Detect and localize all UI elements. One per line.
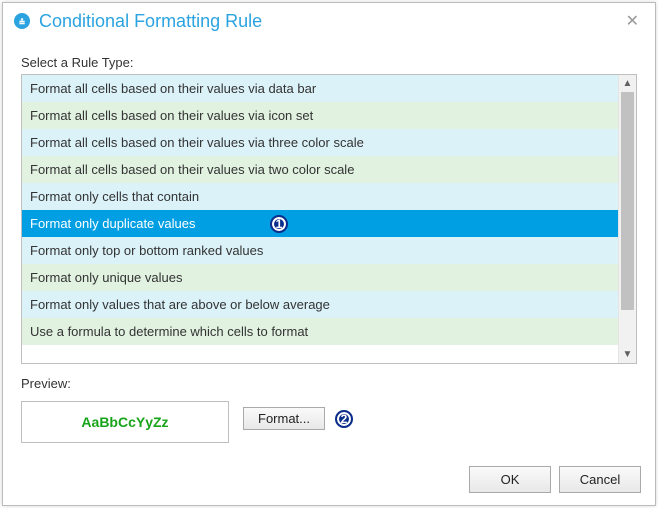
scroll-thumb[interactable]: [621, 92, 634, 310]
rule-type-item[interactable]: Format only top or bottom ranked values: [22, 237, 618, 264]
rule-type-item-label: Format all cells based on their values v…: [30, 135, 364, 150]
rule-type-item[interactable]: Format only duplicate values 1: [22, 210, 618, 237]
preview-box: AaBbCcYyZz: [21, 401, 229, 443]
rule-type-item[interactable]: Format all cells based on their values v…: [22, 102, 618, 129]
rule-type-item[interactable]: Use a formula to determine which cells t…: [22, 318, 618, 345]
svg-text:⩮: ⩮: [19, 17, 25, 28]
dialog-title: Conditional Formatting Rule: [39, 11, 620, 32]
preview-label: Preview:: [21, 376, 637, 391]
ok-button[interactable]: OK: [469, 466, 551, 493]
annotation-step-2: 2: [335, 410, 353, 428]
rule-type-item-label: Format only top or bottom ranked values: [30, 243, 263, 258]
scroll-track[interactable]: [619, 92, 636, 346]
rule-type-item-label: Use a formula to determine which cells t…: [30, 324, 308, 339]
scroll-up-icon[interactable]: ▲: [619, 75, 636, 92]
preview-sample-text: AaBbCcYyZz: [81, 414, 168, 430]
rule-type-item-label: Format only unique values: [30, 270, 182, 285]
rule-type-item[interactable]: Format all cells based on their values v…: [22, 129, 618, 156]
rule-type-item-label: Format all cells based on their values v…: [30, 162, 354, 177]
rule-type-item[interactable]: Format only cells that contain: [22, 183, 618, 210]
rule-type-list: Format all cells based on their values v…: [21, 74, 637, 364]
rule-type-item[interactable]: Format only values that are above or bel…: [22, 291, 618, 318]
scrollbar[interactable]: ▲ ▼: [618, 75, 636, 363]
rule-type-list-items: Format all cells based on their values v…: [22, 75, 618, 363]
scroll-down-icon[interactable]: ▼: [619, 346, 636, 363]
rule-type-item[interactable]: Format only unique values: [22, 264, 618, 291]
app-icon: ⩮: [13, 12, 31, 30]
rule-type-item[interactable]: Format all cells based on their values v…: [22, 156, 618, 183]
format-button-wrap: Format... 2: [243, 407, 353, 430]
cancel-button[interactable]: Cancel: [559, 466, 641, 493]
dialog-content: Select a Rule Type: Format all cells bas…: [3, 39, 655, 457]
list-filler: [22, 345, 618, 363]
rule-type-label: Select a Rule Type:: [21, 55, 637, 70]
rule-type-item[interactable]: Format all cells based on their values v…: [22, 75, 618, 102]
dialog-footer: OK Cancel: [469, 466, 641, 493]
preview-row: AaBbCcYyZz Format... 2: [21, 401, 637, 443]
close-icon[interactable]: ✕: [620, 7, 645, 35]
titlebar: ⩮ Conditional Formatting Rule ✕: [3, 3, 655, 39]
rule-type-item-label: Format all cells based on their values v…: [30, 108, 313, 123]
format-button[interactable]: Format...: [243, 407, 325, 430]
conditional-formatting-dialog: ⩮ Conditional Formatting Rule ✕ Select a…: [2, 2, 656, 506]
rule-type-item-label: Format all cells based on their values v…: [30, 81, 316, 96]
rule-type-item-label: Format only duplicate values: [30, 216, 195, 231]
rule-type-item-label: Format only values that are above or bel…: [30, 297, 330, 312]
annotation-step-1: 1: [270, 215, 288, 233]
rule-type-item-label: Format only cells that contain: [30, 189, 199, 204]
